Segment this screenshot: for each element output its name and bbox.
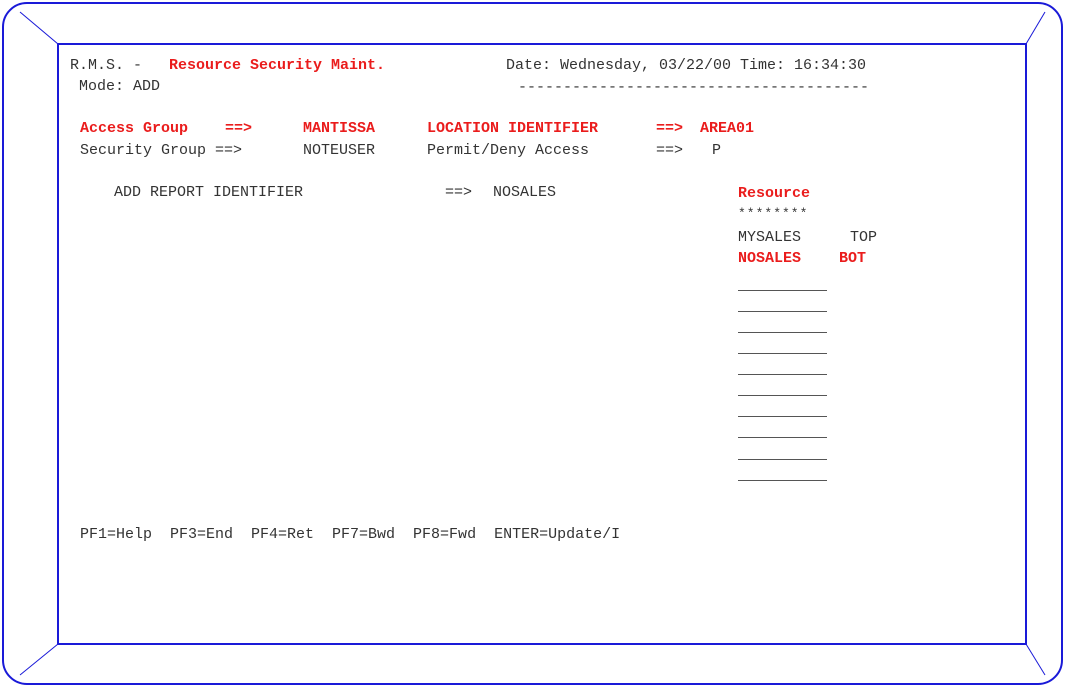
resource-row-position-selected: BOT [839,250,867,267]
resource-row-name-selected[interactable]: NOSALES [738,250,801,268]
header-rule: --------------------------------------- [518,79,870,96]
resource-input-slot[interactable] [738,290,827,291]
location-identifier-label: LOCATION IDENTIFIER [427,120,599,137]
bevel-bottom-left [19,643,59,676]
bevel-bottom-right [1025,643,1046,676]
resource-row-name[interactable]: MYSALES [738,229,801,247]
resource-input-slot[interactable] [738,480,827,481]
location-identifier-value[interactable]: AREA01 [700,120,754,138]
access-group-value[interactable]: MANTISSA [303,120,375,138]
resource-input-slot[interactable] [738,311,827,312]
location-identifier-arrow: ==> [656,120,684,137]
permit-deny-arrow: ==> [656,142,684,159]
access-group-label: Access Group [80,120,189,137]
bevel-top-left [19,11,59,45]
date-time: Date: Wednesday, 03/22/00 Time: 16:34:30 [506,57,867,74]
security-group-label: Security Group ==> [80,142,243,159]
add-report-identifier-label: ADD REPORT IDENTIFIER [114,184,304,201]
resource-input-slot[interactable] [738,374,827,375]
resource-input-slot[interactable] [738,459,827,460]
permit-deny-label: Permit/Deny Access [427,142,590,159]
resource-mask: ******** [738,206,809,221]
bevel-top-right [1025,11,1046,45]
pf-key-bar: PF1=Help PF3=End PF4=Ret PF7=Bwd PF8=Fwd… [80,526,621,543]
resource-column-header: Resource [738,185,811,202]
resource-input-slot[interactable] [738,437,827,438]
terminal-screen: R.M.S. - Resource Security Maint. Date: … [58,44,1026,644]
mode-indicator: Mode: ADD [79,78,161,95]
add-report-identifier-arrow: ==> [445,184,473,201]
resource-input-slot[interactable] [738,416,827,417]
permit-deny-value[interactable]: P [712,142,721,160]
resource-row-position: TOP [850,229,878,246]
security-group-value[interactable]: NOTEUSER [303,142,375,160]
app-prefix: R.M.S. - [70,57,152,74]
resource-input-slot[interactable] [738,353,827,354]
add-report-identifier-value[interactable]: NOSALES [493,184,556,202]
screen-title: Resource Security Maint. [169,57,386,74]
resource-input-slot[interactable] [738,395,827,396]
resource-input-slot[interactable] [738,332,827,333]
access-group-arrow: ==> [225,120,253,137]
